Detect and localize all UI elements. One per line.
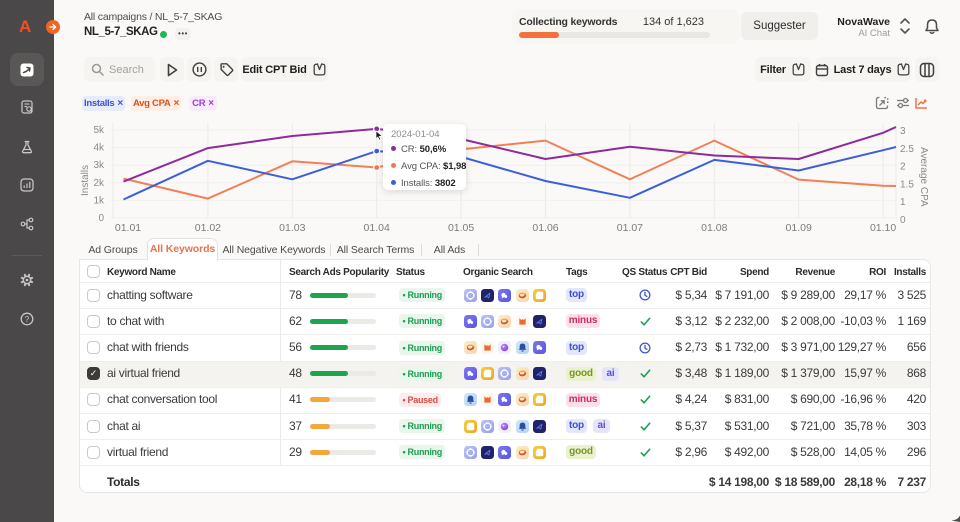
svg-text:01.09: 01.09 — [786, 222, 812, 234]
svg-text:4k: 4k — [93, 143, 105, 154]
svg-text:5k: 5k — [93, 125, 105, 136]
svg-text:0: 0 — [98, 213, 104, 224]
svg-text:01.10: 01.10 — [870, 222, 896, 234]
svg-text:0: 0 — [900, 215, 906, 226]
svg-text:01.07: 01.07 — [617, 222, 643, 234]
svg-text:01.01: 01.01 — [115, 222, 141, 234]
svg-text:01.08: 01.08 — [701, 222, 727, 234]
svg-text:1k: 1k — [93, 195, 105, 206]
svg-text:01.05: 01.05 — [448, 222, 474, 234]
svg-text:2.5: 2.5 — [900, 144, 914, 155]
svg-text:01.03: 01.03 — [279, 222, 305, 234]
svg-text:01.06: 01.06 — [532, 222, 558, 234]
svg-text:2k: 2k — [93, 178, 105, 189]
svg-text:2: 2 — [900, 162, 906, 173]
svg-text:1: 1 — [900, 197, 906, 208]
svg-text:01.02: 01.02 — [195, 222, 221, 234]
svg-text:1.5: 1.5 — [900, 179, 914, 190]
svg-text:3k: 3k — [93, 160, 105, 171]
svg-text:3: 3 — [900, 126, 906, 137]
svg-text:01.04: 01.04 — [364, 222, 390, 234]
svg-text:?: ? — [25, 315, 30, 324]
